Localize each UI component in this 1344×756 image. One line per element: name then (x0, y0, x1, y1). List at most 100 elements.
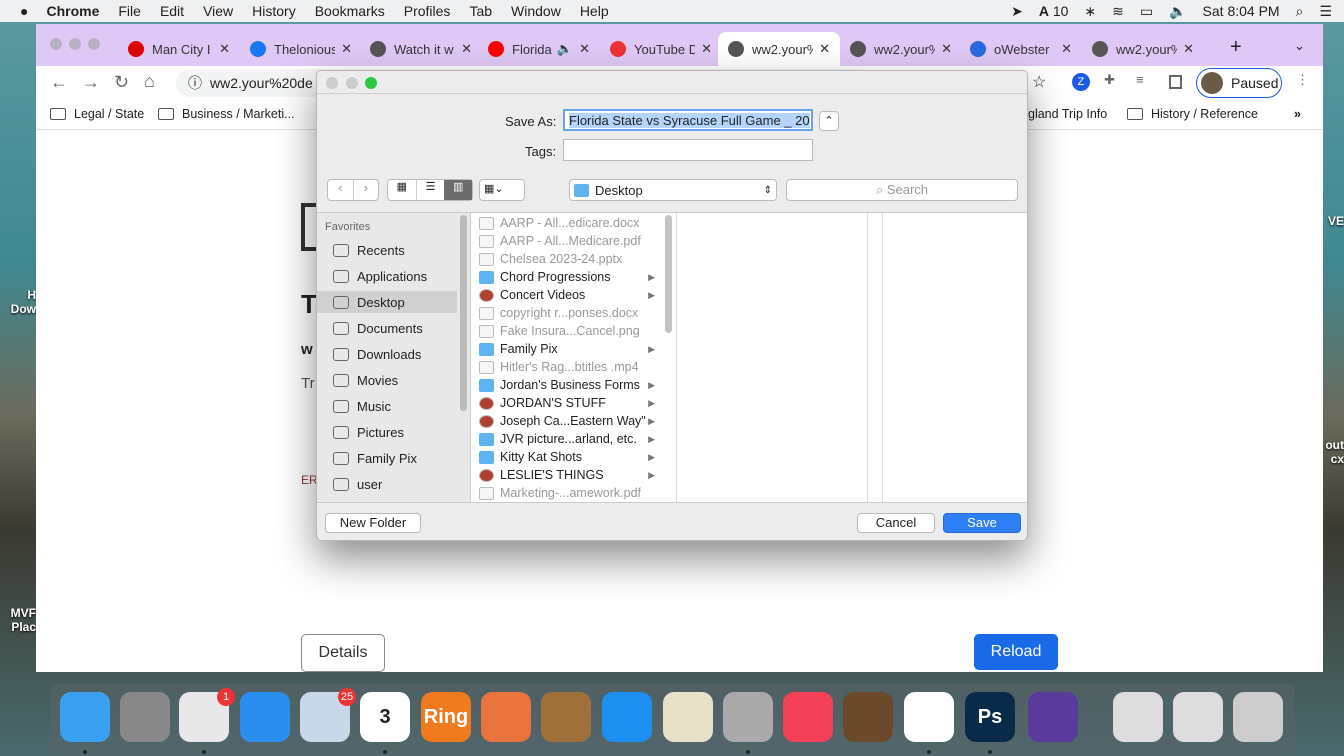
menu-edit[interactable]: Edit (160, 3, 184, 19)
bookmark-star-icon[interactable]: ☆ (1032, 72, 1046, 92)
sidebar-scrollbar[interactable] (460, 215, 467, 411)
airplay-icon[interactable]: ▭ (1140, 3, 1153, 20)
dialog-close-button[interactable] (326, 77, 338, 89)
desktop-label[interactable]: H Dow (0, 288, 36, 316)
mail-icon[interactable]: 25 (300, 688, 356, 742)
chrome-icon[interactable]: 1 (179, 688, 235, 742)
menu-tab[interactable]: Tab (469, 3, 492, 19)
menu-history[interactable]: History (252, 3, 296, 19)
forward-icon[interactable]: → (82, 72, 100, 93)
new-tab-button[interactable]: + (1230, 36, 1242, 59)
word-icon[interactable] (663, 692, 713, 742)
photoshop-icon[interactable]: Ps (965, 692, 1015, 742)
tab-6[interactable]: ww2.your% ✕ (840, 32, 962, 66)
details-button[interactable]: Details (301, 634, 385, 672)
desktop-label[interactable]: out cx (1323, 438, 1344, 466)
sidebar-item-family-pix[interactable]: Family Pix (317, 447, 457, 469)
tab-search-chevron-icon[interactable]: ⌄ (1294, 38, 1305, 54)
file-row[interactable]: Jordan's Business Forms ▶ (471, 376, 661, 394)
powerpoint-icon[interactable] (481, 692, 531, 742)
reload-button[interactable]: Reload (974, 634, 1058, 670)
audio-playing-icon[interactable]: 🔈 (557, 41, 573, 57)
dialog-minimize-button[interactable] (346, 77, 358, 89)
column-view-icon[interactable]: ▥ (444, 180, 473, 200)
location-icon[interactable]: ➤ (1011, 3, 1023, 20)
ring-icon[interactable]: Ring (421, 692, 471, 742)
notification-center-icon[interactable]: ☰ (1319, 3, 1332, 20)
save-button[interactable]: Save (943, 513, 1021, 533)
sidebar-item-pictures[interactable]: Pictures (317, 421, 457, 443)
forward-icon[interactable]: › (352, 180, 379, 200)
zoom-extension-icon[interactable]: Z (1072, 73, 1090, 91)
search-field[interactable]: ⌕ Search (786, 179, 1018, 201)
side-panel-icon[interactable] (1169, 75, 1182, 89)
file-row[interactable]: AARP - All...Medicare.pdf (471, 232, 661, 250)
icon-view-icon[interactable]: ▦ (388, 180, 416, 200)
close-tab-icon[interactable]: ✕ (941, 41, 952, 57)
sidebar-item-movies[interactable]: Movies (317, 369, 457, 391)
calendar-icon[interactable]: 3 (360, 692, 410, 742)
system-preferences-icon[interactable] (120, 692, 170, 742)
photos-icon[interactable] (904, 692, 954, 742)
group-by-button[interactable]: ▦⌄ (479, 179, 525, 201)
sidebar-item-music[interactable]: Music (317, 395, 457, 417)
bookmark-folder-business[interactable]: Business / Marketi... (158, 107, 295, 121)
menu-help[interactable]: Help (580, 3, 609, 19)
calculator-icon[interactable] (723, 692, 773, 742)
menu-view[interactable]: View (203, 3, 233, 19)
bookmark-folder-legal-state[interactable]: Legal / State (50, 107, 144, 121)
save-as-input[interactable]: Florida State vs Syracuse Full Game _ 20 (563, 109, 813, 131)
desktop-label[interactable]: MVF Plac (0, 606, 36, 634)
close-tab-icon[interactable]: ✕ (579, 41, 590, 57)
sidebar-item-user[interactable]: user (317, 473, 457, 495)
file-row[interactable]: JORDAN'S STUFF ▶ (471, 394, 661, 412)
view-mode-buttons[interactable]: ▦ ☰ ▥ (387, 179, 473, 201)
desktop-label[interactable]: VE (1323, 214, 1344, 228)
sidebar-item-applications[interactable]: Applications (317, 265, 457, 287)
tab-2[interactable]: Watch it w ✕ (360, 32, 482, 66)
menu-app[interactable]: Chrome (46, 3, 99, 19)
app-store-icon[interactable] (602, 692, 652, 742)
close-tab-icon[interactable]: ✕ (461, 41, 472, 57)
bluetooth-icon[interactable]: ∗ (1084, 3, 1096, 20)
menu-bookmarks[interactable]: Bookmarks (315, 3, 385, 19)
file-row[interactable]: JVR picture...arland, etc. ▶ (471, 430, 661, 448)
adobe-icon[interactable]: A 10 (1039, 3, 1069, 20)
dialog-zoom-button[interactable] (365, 77, 377, 89)
minimize-window-button[interactable] (69, 38, 81, 50)
apple-icon[interactable]: ● (20, 3, 28, 19)
tab-5[interactable]: ww2.your% ✕ (718, 32, 840, 66)
volume-icon[interactable]: 🔈 (1169, 3, 1186, 20)
close-window-button[interactable] (50, 38, 62, 50)
new-folder-button[interactable]: New Folder (325, 513, 421, 533)
menu-profiles[interactable]: Profiles (404, 3, 451, 19)
location-popup[interactable]: Desktop ⇕ (569, 179, 777, 201)
garageband-icon[interactable] (843, 692, 893, 742)
close-tab-icon[interactable]: ✕ (341, 41, 352, 57)
file-row[interactable]: Chelsea 2023-24.pptx (471, 250, 661, 268)
bookmark-folder-history-reference[interactable]: History / Reference (1127, 107, 1258, 121)
reload-icon[interactable]: ↻ (114, 72, 129, 93)
tags-input[interactable] (563, 139, 813, 161)
imovie-icon[interactable] (1028, 692, 1078, 742)
tab-8[interactable]: ww2.your% ✕ (1082, 32, 1204, 66)
file-row[interactable]: Marketing-...amework.pdf (471, 484, 661, 502)
expand-dialog-button[interactable]: ⌃ (819, 111, 839, 131)
file-row[interactable]: Joseph Ca...Eastern Way" ▶ (471, 412, 661, 430)
file-row[interactable]: Kitty Kat Shots ▶ (471, 448, 661, 466)
close-tab-icon[interactable]: ✕ (701, 41, 712, 57)
profile-button[interactable]: Paused (1196, 68, 1282, 98)
tab-4[interactable]: YouTube D ✕ (600, 32, 722, 66)
close-tab-icon[interactable]: ✕ (1183, 41, 1194, 57)
sidebar-item-downloads[interactable]: Downloads (317, 343, 457, 365)
file-row[interactable]: Hitler's Rag...btitles .mp4 (471, 358, 661, 376)
column-scrollbar[interactable] (665, 215, 672, 333)
tab-1[interactable]: Thelonious ✕ (240, 32, 362, 66)
extensions-puzzle-icon[interactable]: ✚ (1104, 72, 1115, 88)
tab-7[interactable]: oWebster ✕ (960, 32, 1082, 66)
close-tab-icon[interactable]: ✕ (219, 41, 230, 57)
clock[interactable]: Sat 8:04 PM (1203, 3, 1280, 20)
media-control-icon[interactable]: ≡ (1136, 72, 1144, 87)
list-view-icon[interactable]: ☰ (415, 180, 445, 200)
tab-0[interactable]: Man City I ✕ (118, 32, 240, 66)
